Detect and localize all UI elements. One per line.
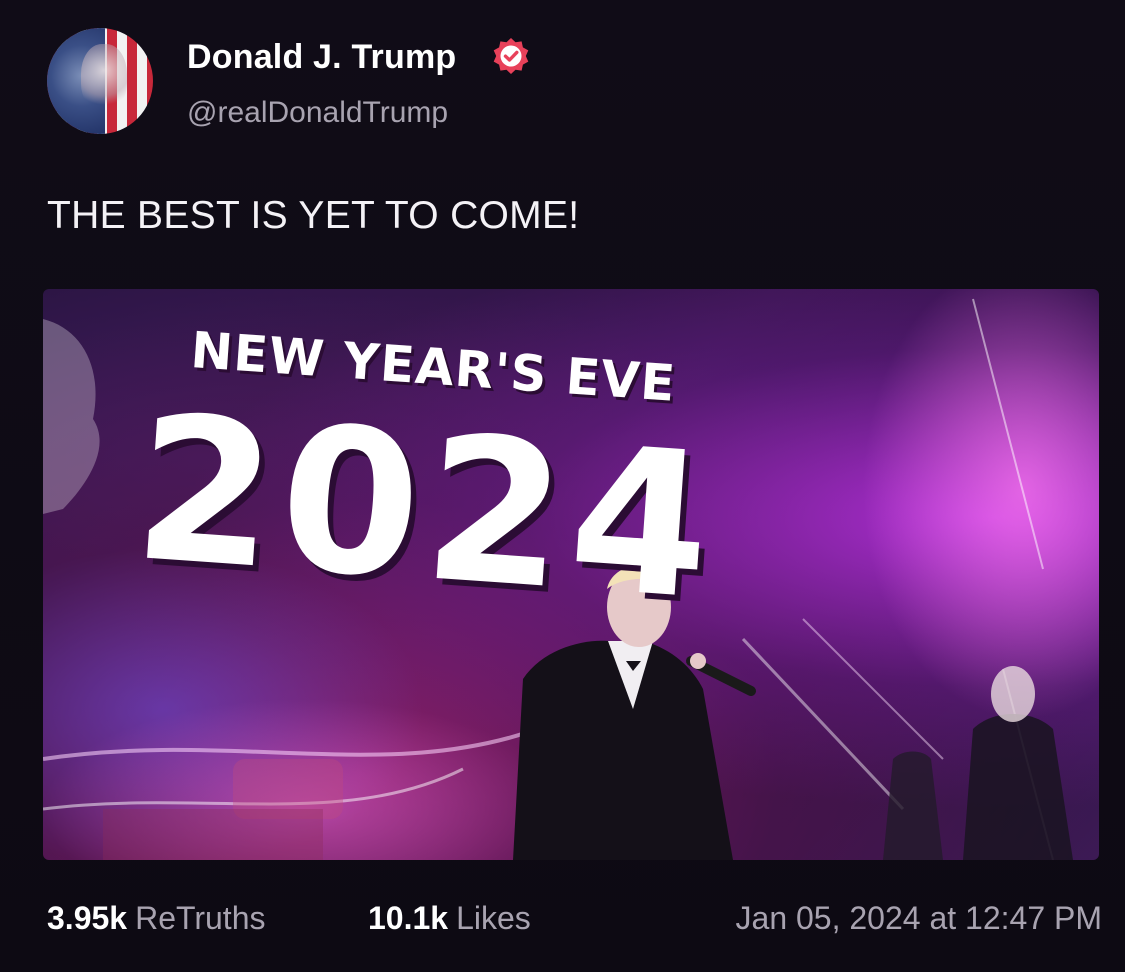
likes-stat[interactable]: 10.1k Likes	[368, 900, 531, 937]
verified-badge-icon	[493, 38, 529, 74]
post-timestamp[interactable]: Jan 05, 2024 at 12:47 PM	[736, 900, 1102, 937]
author-display-name[interactable]: Donald J. Trump	[187, 38, 456, 77]
avatar[interactable]	[47, 28, 153, 134]
author-handle[interactable]: @realDonaldTrump	[187, 96, 448, 130]
avatar-portrait	[81, 44, 127, 110]
video-overlay-year: 2024	[127, 372, 724, 645]
likes-count: 10.1k	[368, 900, 449, 936]
likes-label: Likes	[456, 900, 531, 936]
retruths-stat[interactable]: 3.95k ReTruths	[47, 900, 265, 937]
post-video[interactable]: NEW YEAR'S EVE 2024	[43, 289, 1099, 860]
retruths-label: ReTruths	[135, 900, 266, 936]
post-text: THE BEST IS YET TO COME!	[47, 194, 580, 237]
retruths-count: 3.95k	[47, 900, 128, 936]
truth-post: Donald J. Trump @realDonaldTrump THE BES…	[0, 0, 1125, 972]
post-footer: 3.95k ReTruths 10.1k Likes Jan 05, 2024 at…	[47, 900, 1102, 944]
